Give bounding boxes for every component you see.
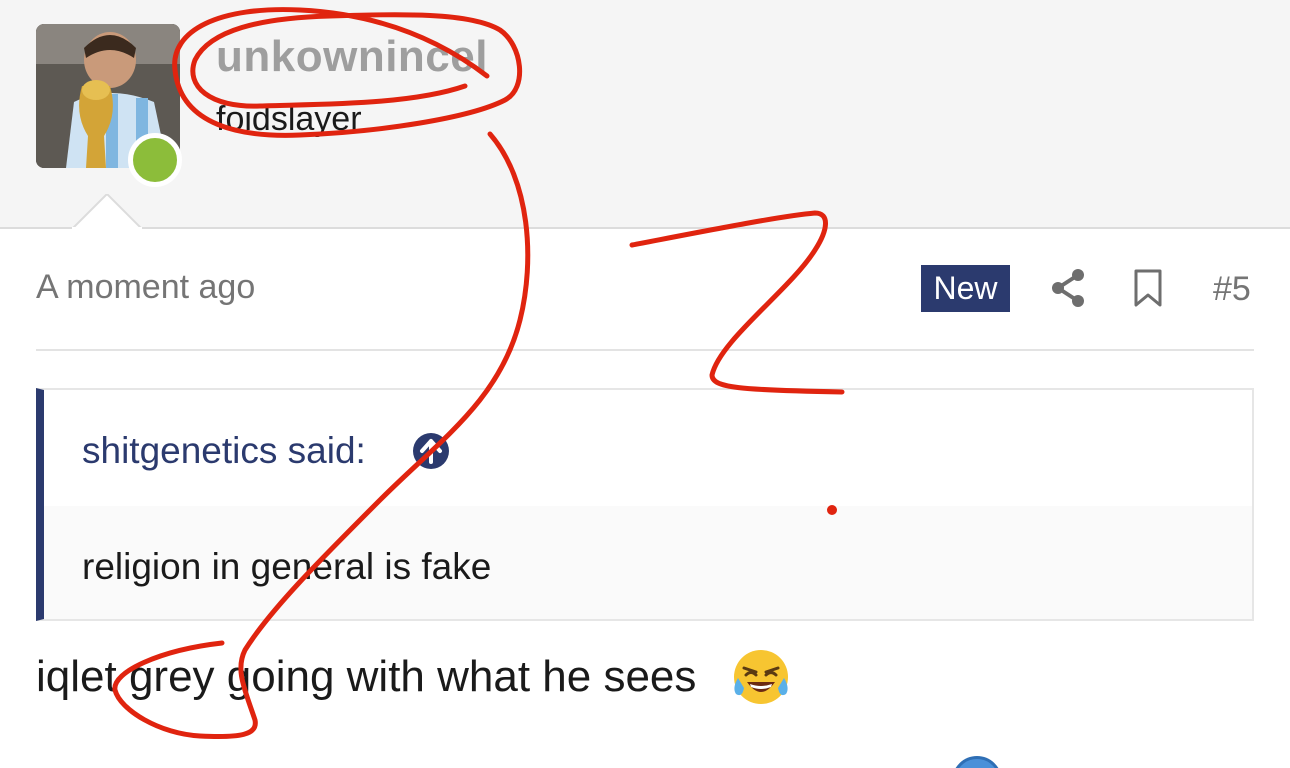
quote-block: shitgenetics said: religion in general i…: [36, 388, 1254, 621]
user-title: foidslayer: [216, 100, 362, 138]
quote-header: shitgenetics said:: [44, 390, 1252, 506]
quote-text: religion in general is fake: [82, 546, 492, 587]
post-view: unkownincel foidslayer A moment ago New …: [0, 0, 1290, 768]
post-number-link[interactable]: #5: [1213, 270, 1251, 309]
post-timestamp[interactable]: A moment ago: [36, 268, 255, 307]
quote-author-link[interactable]: shitgenetics said:: [82, 430, 366, 472]
post-body-text: iqlet grey going with what he sees: [36, 652, 697, 701]
meta-divider: [36, 349, 1254, 351]
user-header: unkownincel foidslayer: [0, 0, 1290, 229]
share-icon[interactable]: [1050, 268, 1086, 308]
reaction-icon[interactable]: [952, 756, 1002, 768]
bookmark-icon[interactable]: [1133, 268, 1163, 308]
new-badge: New: [921, 265, 1010, 312]
header-pointer: [72, 194, 142, 229]
online-status-indicator: [128, 133, 182, 187]
username-link[interactable]: unkownincel: [216, 32, 488, 82]
crying-laughing-emoji: [734, 650, 788, 704]
arrow-up-circle-icon[interactable]: [412, 432, 450, 470]
